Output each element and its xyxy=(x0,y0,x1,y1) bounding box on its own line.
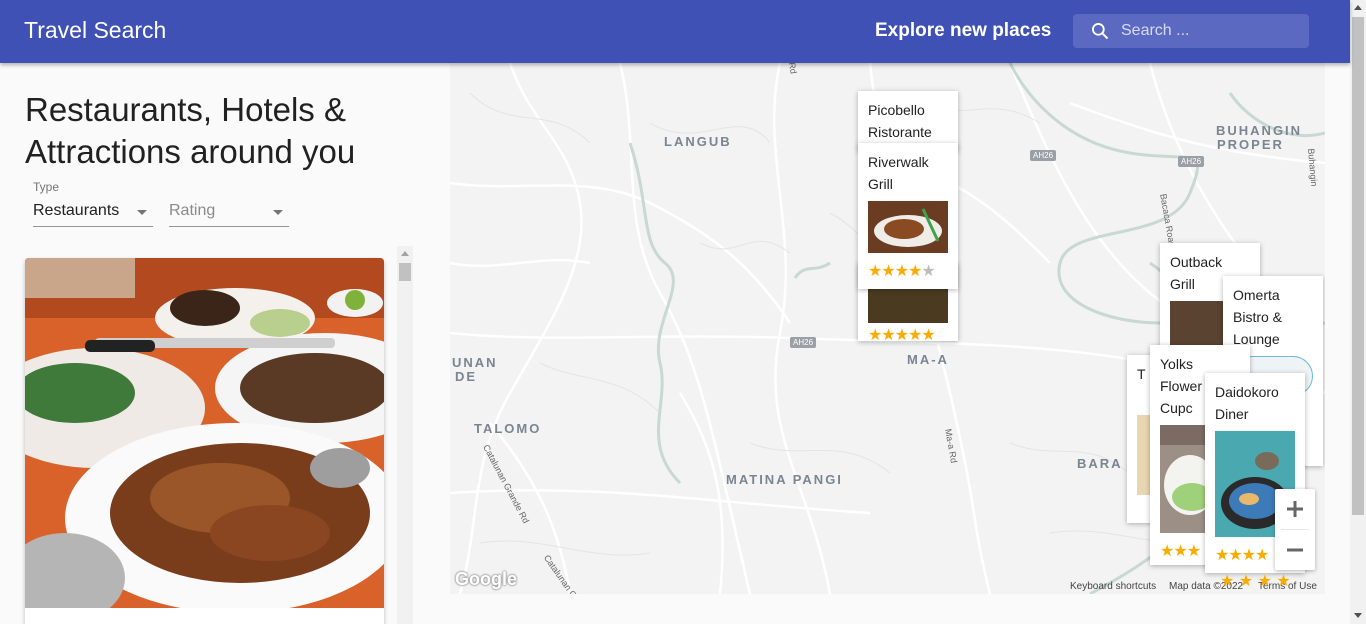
tagline: Explore new places xyxy=(875,20,1052,41)
place-pin[interactable]: Riverwalk Grill ★★★★★ xyxy=(858,143,958,289)
zoom-in-button[interactable] xyxy=(1275,489,1315,529)
app-title: Travel Search xyxy=(24,17,167,43)
zoom-out-button[interactable] xyxy=(1275,530,1315,570)
place-name: Picobello Ristorante xyxy=(868,102,932,140)
road-shield-ah26: AH26 xyxy=(790,337,817,348)
rating-stars: ★ ★ ★ ★ xyxy=(1220,573,1291,590)
map-label-proper: PROPER xyxy=(1217,137,1284,152)
map[interactable]: LANGUB BUHANGIN PROPER MA-A TALOMO MATIN… xyxy=(450,63,1325,594)
road-shield-ah26: AH26 xyxy=(1030,150,1057,161)
type-label: Type xyxy=(33,180,60,194)
place-card[interactable] xyxy=(25,258,384,624)
page-title: Restaurants, Hotels & Attractions around… xyxy=(25,91,356,170)
type-value: Restaurants xyxy=(33,202,120,219)
map-label-de: DE xyxy=(455,369,478,384)
chevron-down-icon xyxy=(273,210,283,215)
place-photo xyxy=(868,287,948,323)
type-underline xyxy=(33,226,153,227)
page-scrollbar[interactable] xyxy=(1350,0,1366,624)
search-box[interactable] xyxy=(1073,14,1309,48)
place-name: Riverwalk Grill xyxy=(868,154,929,192)
google-logo[interactable]: Google xyxy=(455,569,517,590)
type-select[interactable]: Type Restaurants xyxy=(33,180,153,228)
app-bar: Travel Search Explore new places xyxy=(0,0,1350,63)
map-label-talomo: TALOMO xyxy=(474,421,542,436)
scroll-down-arrow-icon[interactable] xyxy=(1354,613,1362,618)
search-icon xyxy=(1092,23,1109,40)
rating-select[interactable]: Rating xyxy=(169,180,289,228)
rating-stars: ★★★★★ xyxy=(868,263,936,280)
search-input[interactable] xyxy=(1121,14,1301,48)
rating-underline xyxy=(169,226,289,227)
scroll-up-arrow-icon[interactable] xyxy=(401,251,409,256)
map-label-matina-pangi: MATINA PANGI xyxy=(726,472,843,487)
place-photo xyxy=(868,201,948,253)
map-label-unan: UNAN xyxy=(452,355,498,370)
map-label-bara: BARA xyxy=(1077,456,1123,471)
scroll-thumb[interactable] xyxy=(1352,17,1364,515)
scroll-up-arrow-icon[interactable] xyxy=(1354,5,1362,10)
map-label-langub: LANGUB xyxy=(664,134,732,149)
place-name: Omerta Bistro & Lounge xyxy=(1233,287,1283,347)
place-name: Daidokoro Diner xyxy=(1215,384,1279,422)
rating-stars: ★★★★★ xyxy=(868,327,936,341)
place-photo xyxy=(25,258,384,623)
list-scroll-thumb[interactable] xyxy=(399,263,411,281)
zoom-control[interactable] xyxy=(1275,489,1315,570)
road-shield-ah26: AH26 xyxy=(1178,156,1205,167)
list-scrollbar[interactable] xyxy=(397,246,413,624)
chevron-down-icon xyxy=(137,210,147,215)
map-label-maa: MA-A xyxy=(907,352,949,367)
rating-placeholder: Rating xyxy=(169,202,216,219)
map-label-buhangin: BUHANGIN xyxy=(1216,123,1303,138)
keyboard-shortcuts-link[interactable]: Keyboard shortcuts xyxy=(1070,581,1156,592)
place-pin[interactable]: Picobello Ristorante xyxy=(858,91,958,151)
road-label-rd: Rd xyxy=(786,63,799,75)
